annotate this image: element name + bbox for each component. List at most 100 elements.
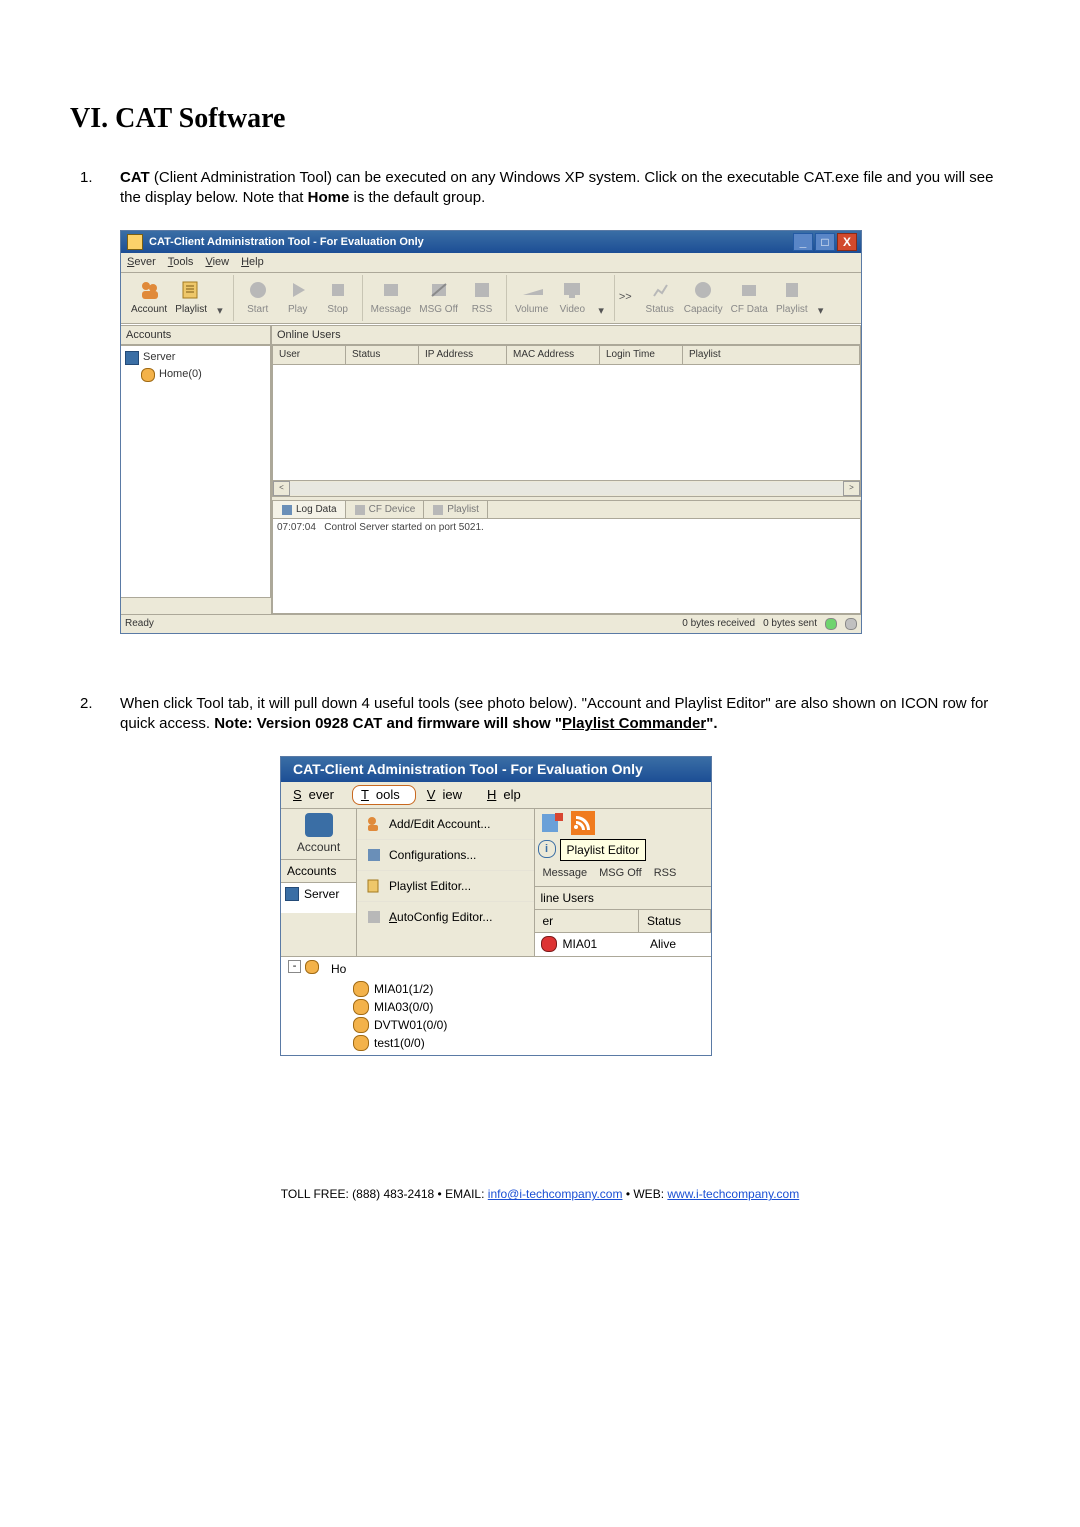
accounts-panel-header: Accounts [121, 325, 271, 346]
play-icon [287, 279, 309, 301]
toolbar-row: Message MSG Off RSS [535, 861, 712, 887]
tb-message[interactable]: Message [369, 277, 414, 319]
online-users-header: Online Users [272, 325, 861, 346]
tb-account[interactable]: Account [129, 277, 169, 319]
people-icon [305, 813, 333, 837]
status-icon [649, 279, 671, 301]
config-icon [365, 846, 383, 864]
tb-msgoff[interactable]: MSG Off [417, 277, 460, 319]
tb-cfdata[interactable]: CF Data [729, 277, 770, 319]
instruction-list: 1. CAT (Client Administration Tool) can … [70, 168, 1010, 209]
tree-node[interactable]: MIA01(1/2) [331, 980, 706, 998]
menu-tools[interactable]: Tools [352, 785, 416, 805]
menu-autoconfig-editor[interactable]: AutoConfig Editor... [357, 902, 534, 932]
tb-status[interactable]: Status [642, 277, 678, 319]
col-user[interactable]: User [273, 346, 346, 364]
col-ip[interactable]: IP Address [419, 346, 507, 364]
status-sent: 0 bytes sent [763, 617, 817, 631]
cfdata-icon [738, 279, 760, 301]
grid-header: User Status IP Address MAC Address Login… [272, 345, 861, 365]
tb-stop[interactable]: Stop [320, 277, 356, 319]
menu-view[interactable]: View [420, 785, 476, 805]
window-title: CAT-Client Administration Tool - For Eva… [149, 235, 424, 250]
tb-msgoff[interactable]: MSG Off [595, 864, 646, 883]
account-tree[interactable]: Ho MIA01(1/2) MIA03(0/0) DVTW01(0/0) tes… [326, 956, 711, 1056]
menu-playlist-editor[interactable]: Playlist Editor... [357, 871, 534, 902]
tb-rss[interactable]: RSS [464, 277, 500, 319]
col-user[interactable]: er [535, 910, 640, 932]
tb-video[interactable]: Video [554, 277, 590, 319]
footer-email-link[interactable]: info@i-techcompany.com [488, 1187, 623, 1201]
accounts-tree[interactable]: Server Home(0) [121, 345, 271, 598]
log-tabs: Log Data CF Device Playlist [272, 500, 861, 519]
horizontal-scrollbar[interactable]: < > [272, 481, 861, 497]
menu-help[interactable]: Help [480, 785, 535, 805]
menu-sever[interactable]: Sever [286, 785, 348, 805]
tree-node-home[interactable]: Home(0) [125, 366, 266, 383]
user-row[interactable]: MIA01 Alive [535, 933, 712, 955]
tab-playlist[interactable]: Playlist [424, 501, 488, 519]
chevron-down-icon[interactable]: ▾ [213, 304, 227, 319]
tree-node-server[interactable]: Server [125, 349, 266, 366]
menu-help[interactable]: Help [241, 255, 264, 270]
menubar: Sever Tools View Help [121, 253, 861, 273]
grid-body[interactable] [272, 365, 861, 481]
tab-cfdevice[interactable]: CF Device [346, 501, 425, 519]
maximize-button[interactable]: □ [815, 233, 835, 251]
user-status-icon [541, 936, 557, 952]
tb-volume[interactable]: Volume [513, 277, 550, 319]
col-playlist[interactable]: Playlist [683, 346, 860, 364]
menu-sever[interactable]: Sever [127, 255, 156, 270]
item-text: When click Tool tab, it will pull down 4… [120, 694, 1010, 735]
col-login[interactable]: Login Time [600, 346, 683, 364]
scroll-right-icon[interactable]: > [843, 481, 860, 496]
tb-rss[interactable]: RSS [650, 864, 681, 883]
tree-node[interactable]: DVTW01(0/0) [331, 1016, 706, 1034]
chevron-down-icon[interactable]: ▾ [594, 304, 608, 319]
scroll-left-icon[interactable]: < [273, 481, 290, 496]
close-button[interactable]: X [837, 233, 857, 251]
message-icon [380, 279, 402, 301]
section-title: VI. CAT Software [70, 100, 1010, 138]
led-tx-icon [845, 618, 857, 630]
chevron-down-icon[interactable]: ▾ [814, 304, 828, 319]
menu-tools[interactable]: Tools [168, 255, 194, 270]
col-status[interactable]: Status [639, 910, 711, 932]
tree-collapse-icon[interactable]: - [288, 960, 301, 973]
autoconfig-icon [365, 908, 383, 926]
tb-play[interactable]: Play [280, 277, 316, 319]
minimize-button[interactable]: _ [793, 233, 813, 251]
menu-add-edit-account[interactable]: Add/Edit Account... [357, 809, 534, 840]
tb-capacity[interactable]: Capacity [682, 277, 725, 319]
rss-icon [471, 279, 493, 301]
tb-account[interactable]: Account [281, 809, 356, 859]
menu-view[interactable]: View [205, 255, 229, 270]
tab-logdata[interactable]: Log Data [273, 501, 346, 519]
tree-node[interactable]: test1(0/0) [331, 1034, 706, 1052]
col-status[interactable]: Status [346, 346, 419, 364]
col-mac[interactable]: MAC Address [507, 346, 600, 364]
playlist-icon [180, 279, 202, 301]
tree-node-home[interactable]: Ho [331, 960, 706, 980]
node-icon [353, 1017, 369, 1033]
tb-playlist2[interactable]: Playlist [774, 277, 810, 319]
menubar: Sever Tools View Help [281, 782, 711, 809]
tools-dropdown: Add/Edit Account... Configurations... Pl… [357, 809, 535, 956]
tree-node[interactable]: MIA03(0/0) [331, 998, 706, 1016]
app-window-2: CAT-Client Administration Tool - For Eva… [280, 756, 712, 1056]
status-ready: Ready [125, 617, 154, 631]
accounts-panel-header: Accounts [281, 859, 356, 883]
status-recv: 0 bytes received [682, 617, 755, 631]
stop-icon [327, 279, 349, 301]
tree-root[interactable]: Server [281, 883, 356, 913]
server-icon [285, 887, 299, 901]
tooltip-playlist-editor: Playlist Editor [560, 839, 647, 861]
menu-configurations[interactable]: Configurations... [357, 840, 534, 871]
footer-web-link[interactable]: www.i-techcompany.com [667, 1187, 799, 1201]
tb-message[interactable]: Message [539, 864, 592, 883]
tb-start[interactable]: Start [240, 277, 276, 319]
window-title: CAT-Client Administration Tool - For Eva… [293, 760, 643, 779]
toolbar-more-icon[interactable]: >> [615, 290, 636, 305]
tb-playlist[interactable]: Playlist [173, 277, 209, 319]
node-icon [353, 1035, 369, 1051]
